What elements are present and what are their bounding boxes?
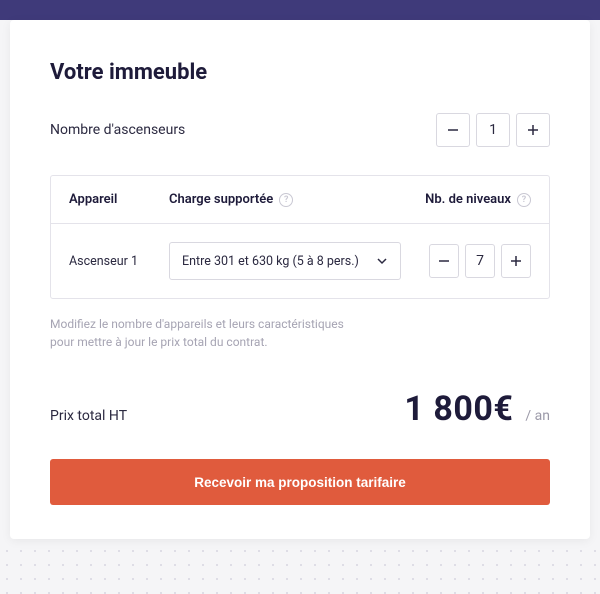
info-icon[interactable]: ? — [517, 193, 531, 207]
col-header-niveaux-label: Nb. de niveaux — [425, 192, 511, 207]
col-header-niveaux: Nb. de niveaux ? — [401, 192, 531, 207]
levels-decrement[interactable] — [429, 244, 459, 278]
row-niveaux-cell: 7 — [401, 244, 531, 278]
col-header-appareil: Appareil — [69, 192, 169, 207]
row-appareil-name: Ascenseur 1 — [69, 254, 169, 269]
page-title: Votre immeuble — [50, 60, 550, 85]
hint-text: Modifiez le nombre d'appareils et leurs … — [50, 315, 550, 351]
price-value: 1 800€ — [404, 389, 513, 429]
info-icon[interactable]: ? — [279, 193, 293, 207]
hint-line1: Modifiez le nombre d'appareils et leurs … — [50, 317, 344, 331]
elevator-count-label: Nombre d'ascenseurs — [50, 122, 185, 138]
submit-button[interactable]: Recevoir ma proposition tarifaire — [50, 459, 550, 505]
elevator-count-stepper: 1 — [436, 113, 550, 147]
plus-icon — [510, 255, 522, 267]
price-period: / an — [525, 408, 550, 424]
price-label: Prix total HT — [50, 408, 127, 424]
dotted-background — [0, 544, 600, 594]
quote-card: Votre immeuble Nombre d'ascenseurs 1 App… — [10, 20, 590, 539]
elevator-count-row: Nombre d'ascenseurs 1 — [50, 113, 550, 147]
table-row: Ascenseur 1 Entre 301 et 630 kg (5 à 8 p… — [51, 224, 549, 298]
table-header: Appareil Charge supportée ? Nb. de nivea… — [51, 176, 549, 224]
minus-icon — [447, 124, 459, 136]
elevator-count-increment[interactable] — [516, 113, 550, 147]
minus-icon — [438, 255, 450, 267]
price-right: 1 800€ / an — [404, 389, 550, 429]
levels-stepper: 7 — [429, 244, 531, 278]
col-header-charge: Charge supportée ? — [169, 192, 401, 207]
price-row: Prix total HT 1 800€ / an — [50, 389, 550, 429]
hint-line2: pour mettre à jour le prix total du cont… — [50, 335, 268, 349]
levels-increment[interactable] — [501, 244, 531, 278]
chevron-down-icon — [376, 255, 388, 267]
header-band — [0, 0, 600, 20]
col-header-charge-label: Charge supportée — [169, 192, 273, 207]
row-charge-cell: Entre 301 et 630 kg (5 à 8 pers.) — [169, 242, 401, 280]
levels-value: 7 — [465, 244, 495, 278]
charge-select-value: Entre 301 et 630 kg (5 à 8 pers.) — [182, 254, 359, 269]
plus-icon — [527, 124, 539, 136]
elevators-table: Appareil Charge supportée ? Nb. de nivea… — [50, 175, 550, 299]
elevator-count-decrement[interactable] — [436, 113, 470, 147]
elevator-count-value: 1 — [476, 113, 510, 147]
charge-select[interactable]: Entre 301 et 630 kg (5 à 8 pers.) — [169, 242, 401, 280]
